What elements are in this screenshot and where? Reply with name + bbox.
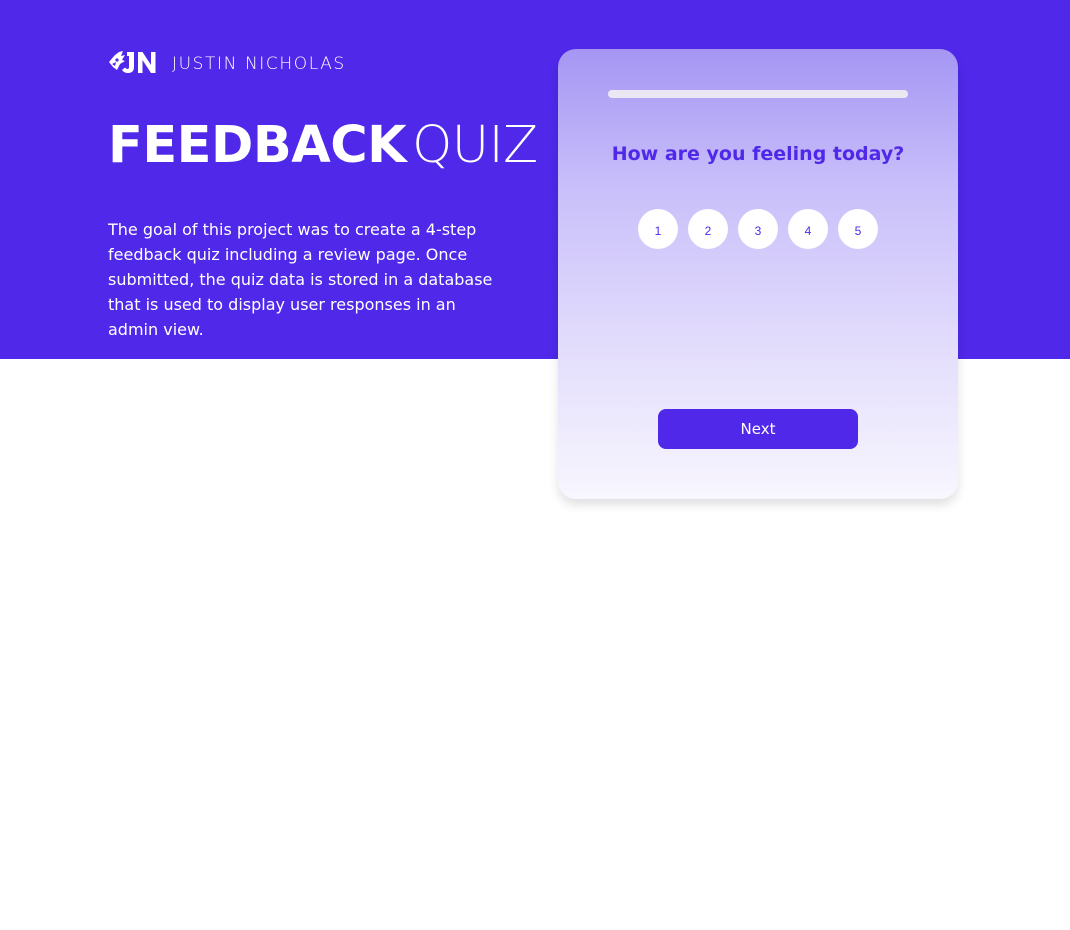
page-title: FEEDBACK QUIZ xyxy=(108,114,538,178)
quiz-question: How are you feeling today? xyxy=(611,143,905,165)
brand-header[interactable]: JUSTIN NICHOLAS xyxy=(108,49,346,75)
next-button[interactable]: Next xyxy=(658,409,858,449)
brand-name: JUSTIN NICHOLAS xyxy=(172,54,346,74)
rating-options: 1 2 3 4 5 xyxy=(638,209,878,249)
rating-option-2[interactable]: 2 xyxy=(688,209,728,249)
project-description: The goal of this project was to create a… xyxy=(108,220,493,339)
quiz-card: How are you feeling today? 1 2 3 4 5 Nex… xyxy=(558,49,958,499)
rating-option-3[interactable]: 3 xyxy=(738,209,778,249)
quiz-progress-bar xyxy=(608,90,908,98)
rating-option-4[interactable]: 4 xyxy=(788,209,828,249)
title-light-part: QUIZ xyxy=(412,116,538,175)
title-bold-part: FEEDBACK xyxy=(108,116,407,175)
rating-option-5[interactable]: 5 xyxy=(838,209,878,249)
rating-option-1[interactable]: 1 xyxy=(638,209,678,249)
jn-logo-icon xyxy=(108,49,164,75)
